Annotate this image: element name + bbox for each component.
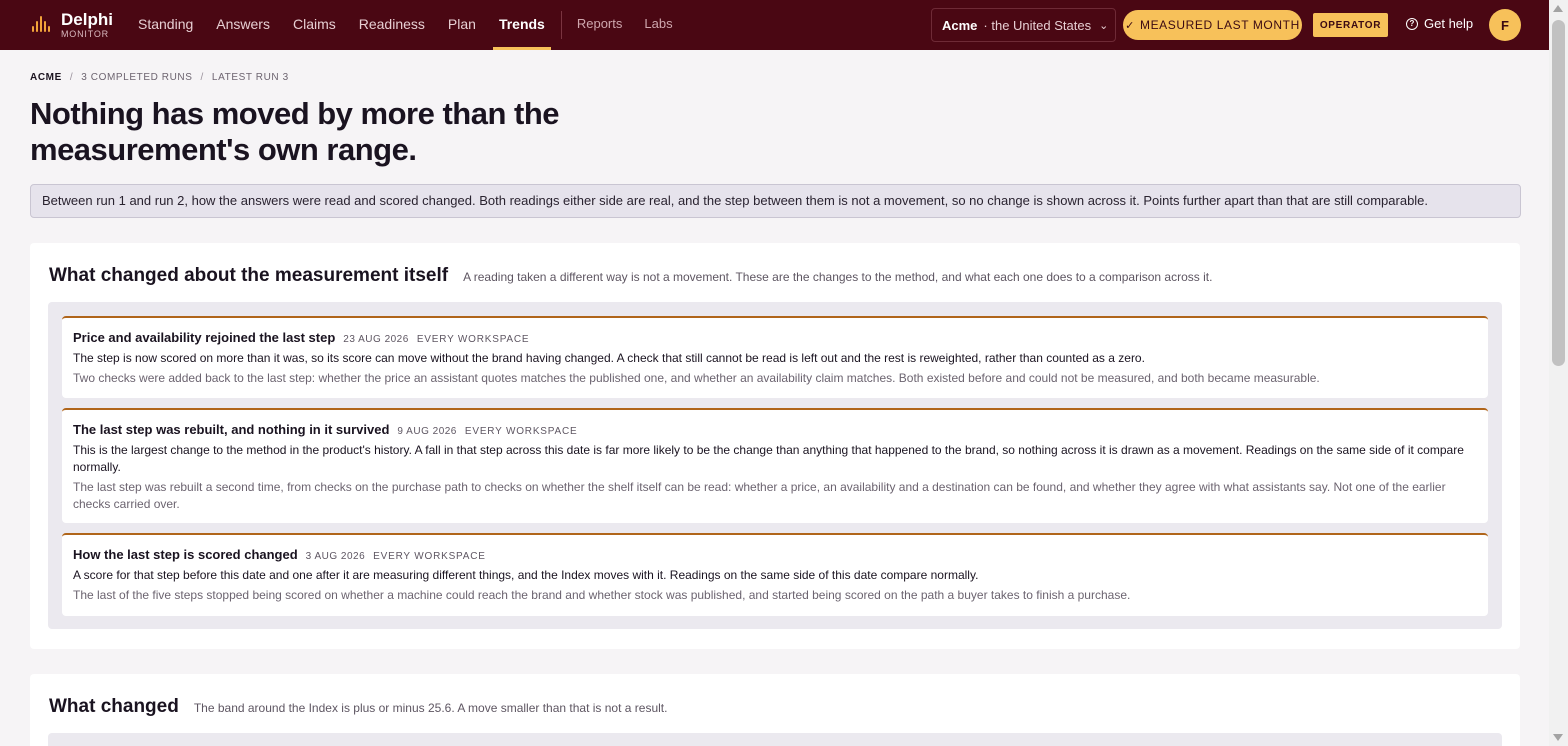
breadcrumb-latest-run: LATEST RUN 3	[211, 72, 289, 83]
nav-answers[interactable]: Answers	[216, 0, 270, 50]
change-date: 23 AUG 2026	[343, 334, 409, 345]
operator-button[interactable]: OPERATOR	[1313, 13, 1388, 37]
list-item: How the last step is scored changed 3 AU…	[62, 533, 1488, 616]
nav-standing[interactable]: Standing	[138, 0, 193, 50]
chevron-down-icon: ⌄	[1099, 19, 1109, 32]
brand-name: Delphi	[61, 10, 113, 29]
help-label: Get help	[1424, 16, 1474, 31]
list-item: Price and availability rejoined the last…	[62, 316, 1488, 398]
nav-plan[interactable]: Plan	[448, 0, 476, 50]
workspace-selector[interactable]: Acme · the United States ⌄	[931, 8, 1116, 42]
measured-status-badge[interactable]: ✓ MEASURED LAST MONTH	[1123, 10, 1302, 40]
help-icon: ?	[1406, 17, 1418, 30]
scroll-down-arrow-icon[interactable]	[1553, 734, 1563, 741]
page-title: Nothing has moved by more than the measu…	[30, 96, 560, 167]
nav-readiness[interactable]: Readiness	[359, 0, 425, 50]
change-scope: EVERY WORKSPACE	[464, 426, 578, 437]
change-title: Price and availability rejoined the last…	[73, 330, 336, 345]
breadcrumb-runs: 3 COMPLETED RUNS	[81, 72, 193, 83]
change-effect: The step is now scored on more than it w…	[73, 351, 1145, 365]
change-effect: This is the largest change to the method…	[73, 443, 1464, 474]
get-help-link[interactable]: ? Get help	[1406, 16, 1473, 31]
workspace-name: Acme	[942, 17, 978, 33]
list-item: The last step was rebuilt, and nothing i…	[62, 408, 1488, 523]
method-changes-list: Price and availability rejoined the last…	[48, 302, 1502, 629]
workspace-country: · the United States	[983, 17, 1092, 33]
method-changes-card: What changed about the measurement itsel…	[30, 243, 1520, 649]
what-changed-card: What changed The band around the Index i…	[30, 674, 1520, 746]
measured-label: MEASURED LAST MONTH	[1139, 18, 1300, 32]
breadcrumb: ACME / 3 COMPLETED RUNS / LATEST RUN 3	[30, 72, 289, 83]
change-detail: The last of the five steps stopped being…	[73, 588, 1131, 602]
change-effect: A score for that step before this date a…	[73, 568, 979, 582]
nav-trends[interactable]: Trends	[492, 0, 551, 50]
scroll-up-arrow-icon[interactable]	[1553, 5, 1563, 12]
method-change-notice: Between run 1 and run 2, how the answers…	[30, 184, 1521, 218]
brand-subtitle: MONITOR	[61, 29, 109, 39]
top-navigation-bar: Delphi MONITOR Standing Answers Claims R…	[0, 0, 1549, 50]
change-scope: EVERY WORKSPACE	[373, 551, 486, 562]
check-icon: ✓	[1125, 19, 1135, 32]
change-detail: The last step was rebuilt a second time,…	[73, 480, 1446, 511]
change-date: 3 AUG 2026	[305, 551, 366, 562]
breadcrumb-workspace[interactable]: ACME	[30, 72, 62, 83]
nav-divider	[560, 11, 562, 39]
delphi-logo-icon	[30, 14, 52, 36]
what-changed-list	[48, 733, 1502, 746]
method-changes-subtitle: A reading taken a different way is not a…	[463, 270, 1213, 284]
nav-reports[interactable]: Reports	[577, 0, 623, 50]
change-scope: EVERY WORKSPACE	[416, 334, 530, 345]
change-title: The last step was rebuilt, and nothing i…	[73, 422, 390, 437]
method-changes-title: What changed about the measurement itsel…	[49, 265, 449, 286]
main-nav: Standing Answers Claims Readiness Plan T…	[138, 0, 695, 50]
change-detail: Two checks were added back to the last s…	[73, 371, 1320, 385]
nav-labs[interactable]: Labs	[644, 0, 672, 50]
change-title: How the last step is scored changed	[73, 547, 298, 562]
scroll-thumb[interactable]	[1552, 20, 1565, 366]
user-avatar[interactable]: F	[1489, 9, 1521, 41]
what-changed-title: What changed	[49, 696, 179, 717]
nav-claims[interactable]: Claims	[293, 0, 336, 50]
brand-logo[interactable]: Delphi MONITOR	[30, 11, 130, 39]
change-date: 9 AUG 2026	[397, 426, 457, 437]
what-changed-subtitle: The band around the Index is plus or min…	[193, 701, 668, 715]
page-scrollbar[interactable]	[1549, 0, 1568, 746]
